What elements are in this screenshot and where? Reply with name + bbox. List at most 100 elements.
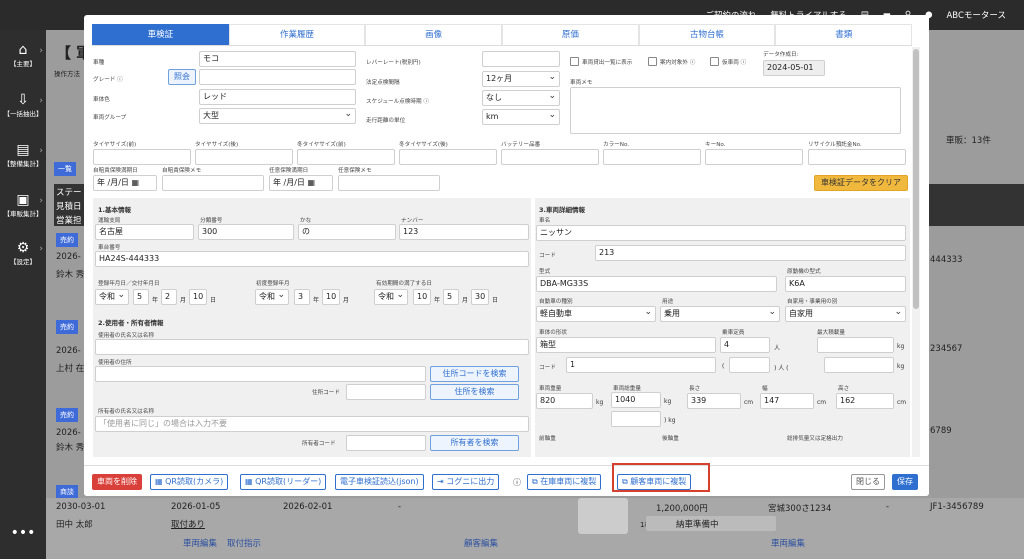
company-name[interactable]: ABCモータース	[946, 9, 1006, 21]
battery-input[interactable]	[501, 149, 599, 165]
delete-vehicle-button[interactable]: 車両を削除	[92, 474, 142, 490]
lookup-button[interactable]: 照会	[168, 69, 196, 85]
vehicle-memo-textarea[interactable]	[570, 87, 901, 134]
kana-input[interactable]: の	[298, 224, 396, 240]
tab-images[interactable]: 画像	[365, 24, 503, 45]
operation-link[interactable]: 操作方法	[54, 68, 80, 78]
load-sub-input[interactable]	[824, 357, 894, 373]
save-button[interactable]: 保存	[892, 474, 918, 490]
schedule-select[interactable]: なし	[482, 90, 560, 106]
plate-number-input[interactable]: 123	[399, 224, 529, 240]
modal-scrollbar[interactable]	[912, 47, 920, 457]
clear-inspection-button[interactable]: 車検証データをクリア	[814, 175, 908, 191]
grade-input[interactable]	[199, 69, 356, 85]
sidebar-item-sales[interactable]: ▣ › 【車販集計】	[0, 192, 46, 219]
search-address-button[interactable]: 住所を検索	[430, 384, 519, 400]
gross-weight-input[interactable]: 1040	[611, 392, 661, 408]
height-input[interactable]: 162	[836, 393, 894, 409]
exclude-guide-checkbox[interactable]	[648, 57, 657, 66]
help-icon[interactable]: ⓘ	[117, 77, 123, 83]
cali-memo-input[interactable]	[162, 175, 264, 191]
first-month-input[interactable]: 10	[322, 289, 340, 305]
search-address-code-button[interactable]: 住所コードを検索	[430, 366, 519, 382]
expiry-year-input[interactable]: 10	[413, 289, 431, 305]
json-import-button[interactable]: 電子車検証読込(json)	[335, 474, 424, 490]
sidebar-item-main[interactable]: ⌂ › 【主要】	[0, 42, 46, 69]
purpose-select[interactable]: 自家用	[785, 306, 906, 322]
owner-name-input[interactable]: 「使用者に同じ」の場合は入力不要	[95, 416, 529, 432]
body-shape-input[interactable]: 箱型	[536, 337, 716, 353]
qr-reader-button[interactable]: ▦ QR読取(リーダー)	[240, 474, 327, 490]
customer-edit-link[interactable]: 顧客編集	[464, 537, 498, 549]
voluntary-expiry-date[interactable]: 年 /月/日 ▦	[269, 175, 333, 191]
tire-rear-input[interactable]	[195, 149, 293, 165]
distance-unit-select[interactable]: km	[482, 109, 560, 125]
sidebar-item-maintenance[interactable]: ▤ › 【整備集計】	[0, 142, 46, 169]
tab-work-history[interactable]: 作業履歴	[228, 24, 366, 45]
usage-select[interactable]: 乗用	[660, 306, 780, 322]
winter-tire-front-input[interactable]	[297, 149, 395, 165]
capacity-input[interactable]: 4	[720, 337, 770, 353]
reg-month-input[interactable]: 2	[161, 289, 177, 305]
owner-code-input[interactable]	[346, 435, 426, 451]
labor-rate-input[interactable]	[482, 51, 560, 67]
address-code-input[interactable]	[346, 384, 426, 400]
help-icon[interactable]: ⓘ	[513, 477, 521, 488]
key-no-input[interactable]	[705, 149, 803, 165]
expiry-era-select[interactable]: 令和	[374, 289, 408, 305]
sidebar-item-bulk[interactable]: ⇩ › 【一括抽出】	[0, 92, 46, 119]
capacity-sub-input[interactable]	[729, 357, 770, 373]
winter-tire-rear-input[interactable]	[399, 149, 497, 165]
status-select[interactable]: 納車準備中	[676, 518, 719, 530]
sidebar-item-settings[interactable]: ⚙ › 【設定】	[0, 240, 46, 267]
vin-input[interactable]: HA24S-444333	[95, 251, 529, 267]
color-input[interactable]: レッド	[199, 89, 356, 105]
vehicle-group-select[interactable]: 大型	[199, 108, 356, 124]
tab-cost[interactable]: 原価	[502, 24, 639, 45]
engine-model-input[interactable]: K6A	[785, 276, 906, 292]
close-button[interactable]: 閉じる	[851, 474, 885, 490]
expiry-day-input[interactable]: 30	[471, 289, 489, 305]
inspection-interval-select[interactable]: 12ヶ月	[482, 71, 560, 87]
tab-inspection-cert[interactable]: 車検証	[92, 24, 229, 45]
user-address-input[interactable]	[95, 366, 426, 382]
scrollbar-thumb[interactable]	[913, 49, 919, 309]
tab-documents[interactable]: 書類	[775, 24, 913, 45]
list-tab[interactable]: 一覧	[54, 162, 76, 176]
voluntary-memo-input[interactable]	[338, 175, 440, 191]
search-owner-button[interactable]: 所有者を検索	[430, 435, 519, 451]
vehicle-type-select[interactable]: 軽自動車	[536, 306, 656, 322]
vehicle-edit-link[interactable]: 車両編集	[183, 537, 217, 549]
help-icon[interactable]: ⓘ	[423, 99, 429, 105]
first-era-select[interactable]: 令和	[255, 289, 289, 305]
reg-year-input[interactable]: 5	[133, 289, 149, 305]
model-code-input[interactable]: DBA-MG33S	[536, 276, 777, 292]
install-instruction-link[interactable]: 取付指示	[227, 537, 261, 549]
copy-to-stock-button[interactable]: ⧉ 在庫車両に複製	[527, 474, 602, 490]
tab-antique-ledger[interactable]: 古物台帳	[638, 24, 776, 45]
weight-input[interactable]: 820	[536, 393, 593, 409]
reg-day-input[interactable]: 10	[189, 289, 207, 305]
vehicle-edit-link[interactable]: 車両編集	[771, 537, 805, 549]
class-number-input[interactable]: 300	[198, 224, 294, 240]
cogni-export-button[interactable]: ⇥ コグニに出力	[432, 474, 500, 490]
car-model-input[interactable]: モコ	[199, 51, 356, 67]
max-load-input[interactable]	[817, 337, 894, 353]
more-icon[interactable]: •••	[0, 525, 46, 544]
first-year-input[interactable]: 3	[294, 289, 310, 305]
temp-vehicle-checkbox[interactable]	[710, 57, 719, 66]
maker-code-input[interactable]: 213	[595, 245, 906, 261]
qr-camera-button[interactable]: ▦ QR読取(カメラ)	[150, 474, 229, 490]
maker-input[interactable]: ニッサン	[536, 225, 906, 241]
gross-weight-sub-input[interactable]	[611, 411, 661, 427]
length-input[interactable]: 339	[687, 393, 741, 409]
rental-list-checkbox[interactable]	[570, 57, 579, 66]
shape-code-input[interactable]: 1	[566, 357, 716, 373]
cali-expiry-date[interactable]: 年 /月/日 ▦	[93, 175, 157, 191]
expiry-month-input[interactable]: 5	[443, 289, 459, 305]
recycle-no-input[interactable]	[808, 149, 906, 165]
color-no-input[interactable]	[603, 149, 701, 165]
reg-era-select[interactable]: 令和	[95, 289, 129, 305]
office-input[interactable]: 名古屋	[95, 224, 194, 240]
tire-front-input[interactable]	[93, 149, 191, 165]
